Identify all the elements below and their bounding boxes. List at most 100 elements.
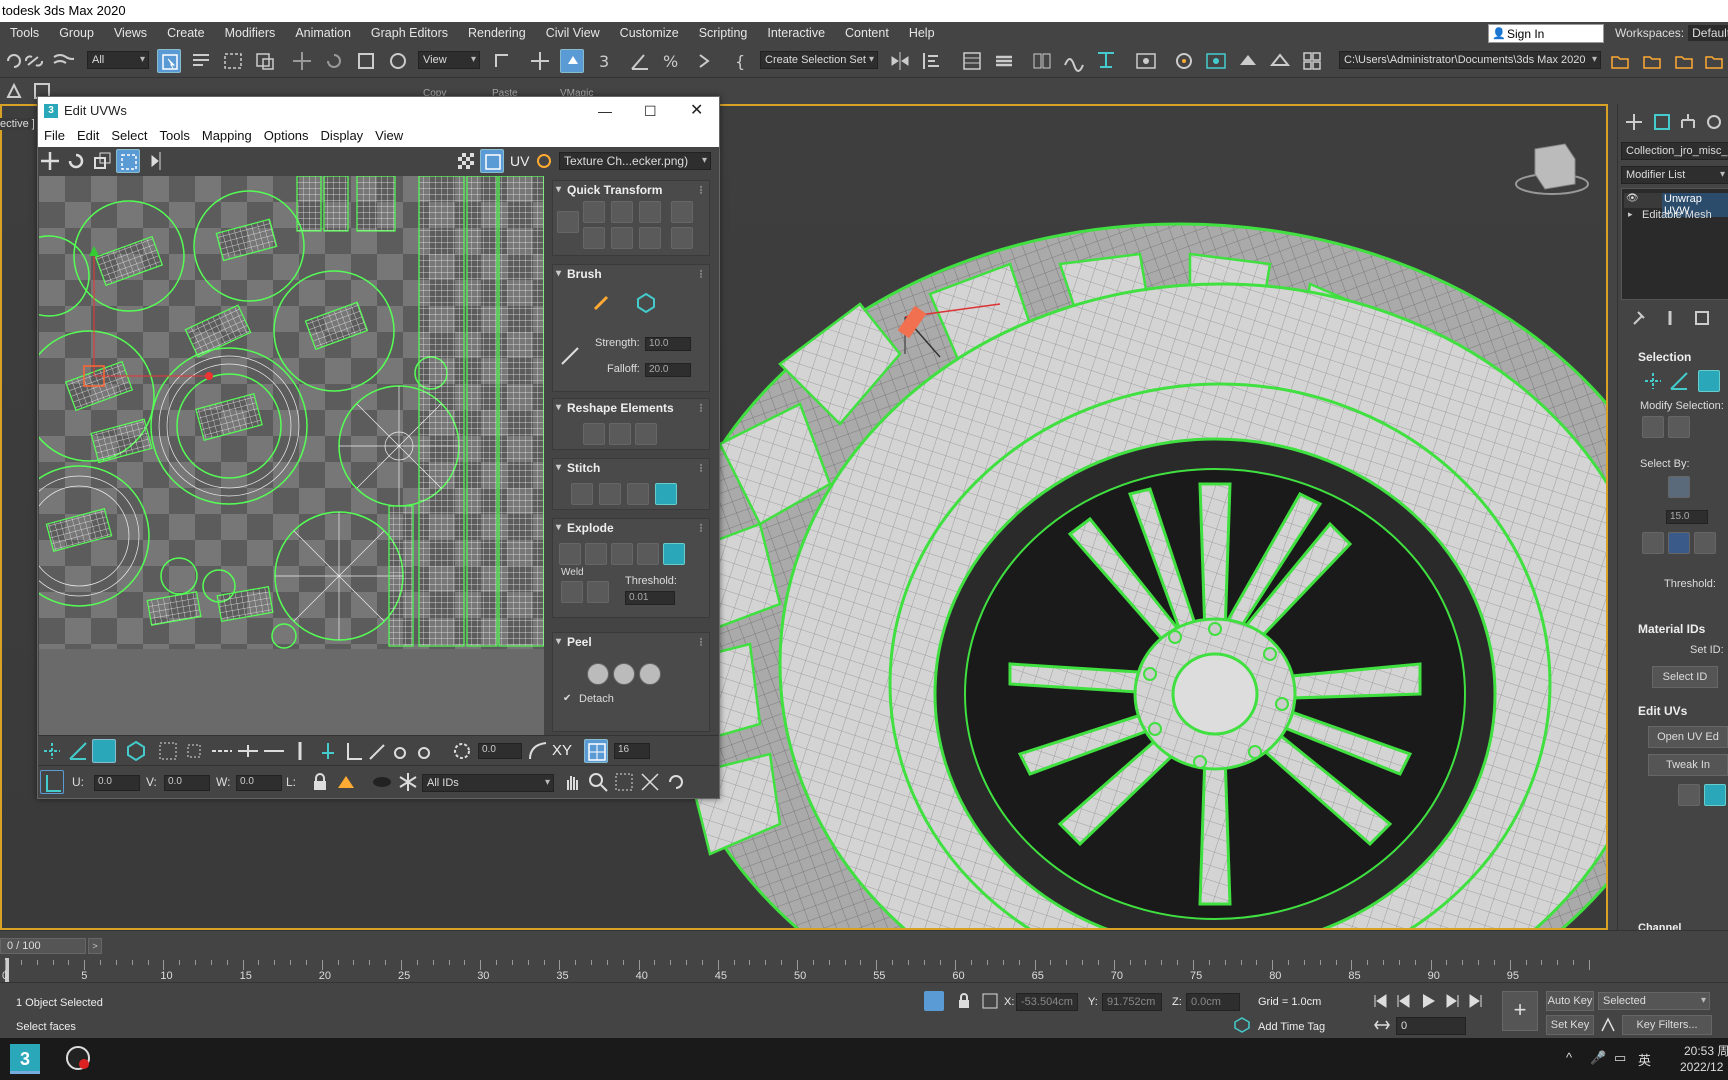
menu-animation[interactable]: Animation <box>285 22 361 44</box>
time-config-icon[interactable] <box>1372 1015 1392 1035</box>
pick-add-icon[interactable] <box>414 739 438 763</box>
reference-coord-dropdown[interactable]: View <box>418 51 480 69</box>
quick-transform-title[interactable]: Quick Transform <box>553 181 709 199</box>
uv-window-titlebar[interactable]: 3 Edit UVWs — ☐ ✕ <box>38 97 719 125</box>
zoom-region-icon[interactable] <box>612 770 636 794</box>
menu-help[interactable]: Help <box>899 22 945 44</box>
keyboard-shortcut-icon[interactable] <box>560 49 584 73</box>
window-crossing-icon[interactable] <box>253 49 277 73</box>
paint-select-icon[interactable] <box>316 739 340 763</box>
tray-chevron-icon[interactable]: ^ <box>1566 1050 1572 1065</box>
reset-peel-icon[interactable] <box>639 663 661 685</box>
quick-planar-icon[interactable] <box>1678 784 1700 806</box>
render-grid-icon[interactable] <box>1300 49 1324 73</box>
peel-mode-icon[interactable] <box>613 663 635 685</box>
absolute-mode-icon[interactable] <box>40 770 64 794</box>
u-spinner[interactable]: 0.0 <box>94 775 140 791</box>
break-icon[interactable] <box>663 543 685 565</box>
freeze-icon[interactable] <box>370 770 394 794</box>
menu-group[interactable]: Group <box>49 22 104 44</box>
create-tab-icon[interactable] <box>1622 110 1646 134</box>
render-production-icon[interactable] <box>1236 49 1260 73</box>
flatten-by-angle-icon[interactable] <box>637 543 659 565</box>
space-vertical-icon[interactable] <box>671 227 693 249</box>
texture-dropdown[interactable]: Texture Ch...ecker.png) <box>559 152 711 170</box>
select-manipulate-icon[interactable] <box>528 49 552 73</box>
pan-hand-icon[interactable] <box>560 770 584 794</box>
brush-title[interactable]: Brush <box>553 265 709 283</box>
space-horizontal-icon[interactable] <box>671 201 693 223</box>
align-vertical-icon[interactable] <box>611 201 633 223</box>
curve-icon[interactable] <box>526 739 550 763</box>
select-y-icon[interactable] <box>1694 532 1716 554</box>
maximize-icon[interactable]: ☐ <box>644 97 657 125</box>
modify-tab-icon[interactable] <box>1650 110 1674 134</box>
selection-filter-dropdown[interactable]: All <box>87 51 149 69</box>
place-icon[interactable] <box>386 49 410 73</box>
play-icon[interactable] <box>1418 991 1438 1011</box>
relax-settings-icon[interactable] <box>635 423 657 445</box>
edit-uvs-rollout-title[interactable]: Edit UVs <box>1638 704 1687 718</box>
zoom-icon[interactable] <box>586 770 610 794</box>
flatten-by-material-icon[interactable] <box>611 543 633 565</box>
xy-axis-toggle[interactable]: XY <box>552 742 572 759</box>
material-ids-rollout-title[interactable]: Material IDs <box>1638 622 1705 636</box>
uv-move-icon[interactable] <box>38 149 62 173</box>
eye-icon[interactable]: 👁 <box>1626 193 1639 204</box>
menu-customize[interactable]: Customize <box>610 22 689 44</box>
render-setup-icon[interactable] <box>1172 49 1196 73</box>
uv-menu-tools[interactable]: Tools <box>154 125 196 147</box>
shrink-selection-icon[interactable] <box>1668 416 1690 438</box>
uv-mirror-icon[interactable] <box>148 149 172 173</box>
clock-time[interactable]: 20:53 周 <box>1684 1042 1728 1059</box>
rotate-angle-spinner[interactable]: 0.0 <box>478 743 522 759</box>
stitch-average-icon[interactable] <box>627 483 649 505</box>
break-by-polygroups-icon[interactable] <box>559 543 581 565</box>
rotate-cw-icon[interactable] <box>639 201 661 223</box>
mesh-tool-icon[interactable] <box>2 79 26 103</box>
set-key-button[interactable]: Set Key <box>1546 1015 1594 1035</box>
paint-select-size-icon[interactable] <box>342 739 366 763</box>
face-mode-icon[interactable] <box>1698 370 1720 392</box>
uv-scale-icon[interactable] <box>90 149 114 173</box>
polygon-select-icon[interactable] <box>92 739 116 763</box>
z-coordinate-field[interactable]: 0.0cm <box>1186 993 1240 1011</box>
mirror-icon[interactable] <box>888 49 912 73</box>
scale-icon[interactable] <box>354 49 378 73</box>
hierarchy-tab-icon[interactable] <box>1676 110 1700 134</box>
folder-more-icon[interactable] <box>1702 49 1726 73</box>
select-by-name-icon[interactable] <box>189 49 213 73</box>
edge-select-icon[interactable] <box>66 739 90 763</box>
stitch-custom-icon[interactable] <box>571 483 593 505</box>
project-folder-icon[interactable] <box>1608 49 1632 73</box>
next-frame-icon[interactable]: > <box>88 938 102 954</box>
rotate-ccw-icon[interactable] <box>639 227 661 249</box>
edit-named-selection-icon[interactable]: { <box>732 49 756 73</box>
strength-spinner[interactable]: 10.0 <box>645 337 691 351</box>
motion-tab-icon[interactable] <box>1702 110 1726 134</box>
sign-in-dropdown[interactable]: 👤 Sign In <box>1488 24 1604 43</box>
key-mode-dropdown[interactable]: Selected <box>1598 992 1710 1010</box>
track-bar[interactable]: 0 5 10 15 20 25 30 35 40 45 50 55 60 65 70 75 80 85 90 95 <box>0 958 1608 982</box>
bind-spacewarp-icon[interactable] <box>50 49 79 73</box>
select-id-button[interactable]: Select ID <box>1652 666 1718 688</box>
stack-item-unwrap[interactable]: 👁 Unwrap UVW <box>1624 193 1728 217</box>
menu-create[interactable]: Create <box>157 22 215 44</box>
modifier-list-dropdown[interactable]: Modifier List <box>1621 166 1728 184</box>
project-path-dropdown[interactable]: C:\Users\Administrator\Documents\3ds Max… <box>1339 51 1601 69</box>
max-taskbar-icon[interactable]: 3 <box>10 1044 40 1074</box>
prev-frame-icon[interactable] <box>1394 991 1414 1011</box>
v-spinner[interactable]: 0.0 <box>164 775 210 791</box>
loop-grow-icon[interactable] <box>236 739 260 763</box>
stitch-to-target-icon[interactable] <box>599 483 621 505</box>
spinner-snap-icon[interactable] <box>692 49 716 73</box>
minimize-icon[interactable]: — <box>598 97 612 125</box>
recorder-taskbar-icon[interactable] <box>64 1044 94 1074</box>
close-icon[interactable]: ✕ <box>690 97 703 125</box>
isolate-selection-icon[interactable] <box>924 991 944 1011</box>
pivot-center-icon[interactable] <box>490 49 514 73</box>
menu-content[interactable]: Content <box>835 22 899 44</box>
lock-icon[interactable] <box>308 770 332 794</box>
planar-angle-spinner[interactable]: 15.0 <box>1666 510 1708 524</box>
render-iterative-icon[interactable] <box>1268 49 1292 73</box>
